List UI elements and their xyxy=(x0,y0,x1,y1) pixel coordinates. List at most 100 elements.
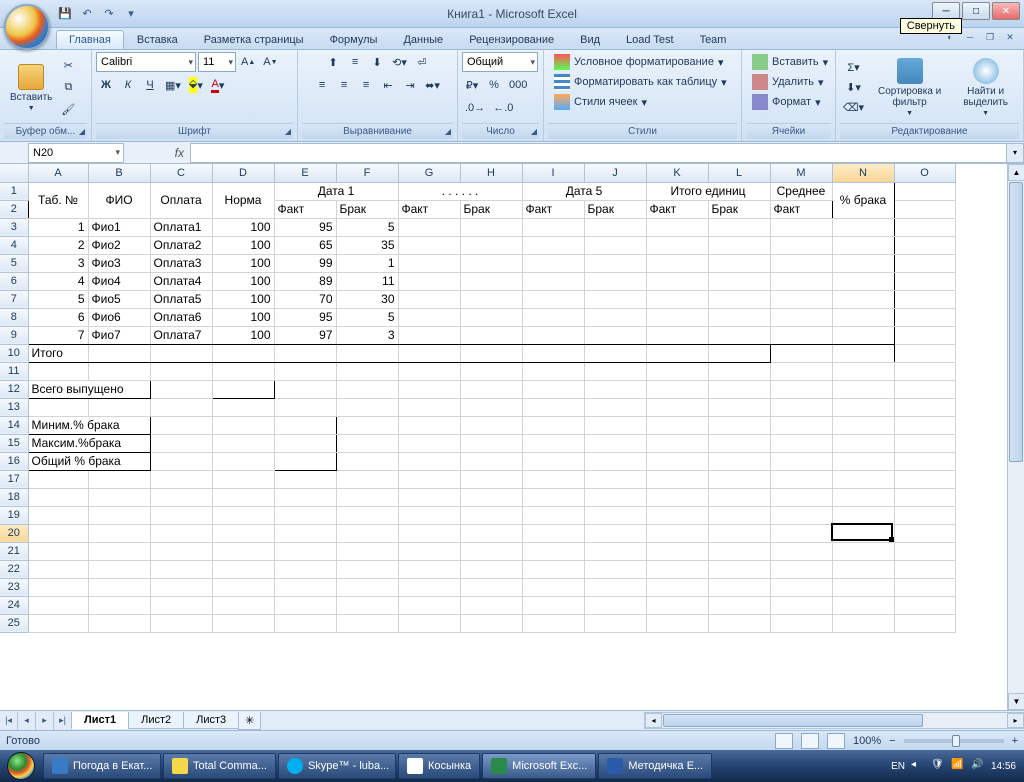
cell-K15[interactable] xyxy=(646,434,708,452)
row-header-13[interactable]: 13 xyxy=(0,398,28,416)
cell-B9[interactable]: Фио7 xyxy=(88,326,150,344)
cell-J8[interactable] xyxy=(584,308,646,326)
cell-M4[interactable] xyxy=(770,236,832,254)
cell-H19[interactable] xyxy=(460,506,522,524)
cell-I18[interactable] xyxy=(522,488,584,506)
cell-D20[interactable] xyxy=(212,524,274,542)
scroll-left-icon[interactable]: ◂ xyxy=(645,713,662,728)
indent-increase-icon[interactable]: ⇥ xyxy=(400,75,420,95)
cell-M5[interactable] xyxy=(770,254,832,272)
zoom-slider[interactable] xyxy=(904,739,1004,743)
cell-C4[interactable]: Оплата2 xyxy=(150,236,212,254)
cell-K9[interactable] xyxy=(646,326,708,344)
cell-H21[interactable] xyxy=(460,542,522,560)
cell-E1[interactable]: Дата 1 xyxy=(274,182,398,200)
normal-view-icon[interactable] xyxy=(775,733,793,749)
number-format-combo[interactable]: Общий xyxy=(462,52,538,72)
cell-M3[interactable] xyxy=(770,218,832,236)
cell-H23[interactable] xyxy=(460,578,522,596)
cell-E13[interactable] xyxy=(274,398,336,416)
cell-M13[interactable] xyxy=(770,398,832,416)
cell-F19[interactable] xyxy=(336,506,398,524)
cell-E3[interactable]: 95 xyxy=(274,218,336,236)
cell-O24[interactable] xyxy=(894,596,955,614)
cell-J20[interactable] xyxy=(584,524,646,542)
cell-B5[interactable]: Фио3 xyxy=(88,254,150,272)
cell-I16[interactable] xyxy=(522,452,584,470)
cell-B11[interactable] xyxy=(88,362,150,380)
cell-O13[interactable] xyxy=(894,398,955,416)
row-header-16[interactable]: 16 xyxy=(0,452,28,470)
cell-L13[interactable] xyxy=(708,398,770,416)
cell-K23[interactable] xyxy=(646,578,708,596)
mdi-close-button[interactable]: ✕ xyxy=(1002,30,1018,44)
cell-C13[interactable] xyxy=(150,398,212,416)
sheet-nav-next-icon[interactable]: ▸ xyxy=(36,712,54,730)
tab-data[interactable]: Данные xyxy=(390,30,456,49)
cell-F10[interactable] xyxy=(336,344,398,362)
cell-D24[interactable] xyxy=(212,596,274,614)
cell-C9[interactable]: Оплата7 xyxy=(150,326,212,344)
cell-O20[interactable] xyxy=(894,524,955,542)
cell-N11[interactable] xyxy=(832,362,894,380)
col-header-I[interactable]: I xyxy=(522,164,584,182)
orientation-icon[interactable]: ⟲▾ xyxy=(389,52,410,72)
align-center-icon[interactable]: ≡ xyxy=(334,75,354,95)
cell-H25[interactable] xyxy=(460,614,522,632)
cell-F13[interactable] xyxy=(336,398,398,416)
cell-G18[interactable] xyxy=(398,488,460,506)
cell-C14[interactable] xyxy=(150,416,212,434)
align-left-icon[interactable]: ≡ xyxy=(312,75,332,95)
row-header-3[interactable]: 3 xyxy=(0,218,28,236)
cell-G24[interactable] xyxy=(398,596,460,614)
cell-N17[interactable] xyxy=(832,470,894,488)
cell-N22[interactable] xyxy=(832,560,894,578)
cell-G22[interactable] xyxy=(398,560,460,578)
cell-I3[interactable] xyxy=(522,218,584,236)
col-header-L[interactable]: L xyxy=(708,164,770,182)
col-header-A[interactable]: A xyxy=(28,164,88,182)
cell-H5[interactable] xyxy=(460,254,522,272)
cell-B18[interactable] xyxy=(88,488,150,506)
cell-E11[interactable] xyxy=(274,362,336,380)
cell-H2[interactable]: Брак xyxy=(460,200,522,218)
horizontal-scrollbar[interactable]: ◂ ▸ xyxy=(644,712,1024,729)
cell-M10[interactable] xyxy=(770,344,832,362)
row-header-21[interactable]: 21 xyxy=(0,542,28,560)
cell-E18[interactable] xyxy=(274,488,336,506)
cell-C7[interactable]: Оплата5 xyxy=(150,290,212,308)
tab-formulas[interactable]: Формулы xyxy=(317,30,391,49)
cell-D10[interactable] xyxy=(212,344,274,362)
row-header-2[interactable]: 2 xyxy=(0,200,28,218)
cell-A18[interactable] xyxy=(28,488,88,506)
cell-D25[interactable] xyxy=(212,614,274,632)
format-cells-button[interactable]: Формат▾ xyxy=(746,92,827,112)
cell-A16[interactable]: Общий % брака xyxy=(28,452,150,470)
cell-L12[interactable] xyxy=(708,380,770,398)
cell-J10[interactable] xyxy=(584,344,646,362)
cell-J9[interactable] xyxy=(584,326,646,344)
cell-L21[interactable] xyxy=(708,542,770,560)
cell-H4[interactable] xyxy=(460,236,522,254)
row-header-22[interactable]: 22 xyxy=(0,560,28,578)
tab-pagelayout[interactable]: Разметка страницы xyxy=(191,30,317,49)
cell-I5[interactable] xyxy=(522,254,584,272)
cell-F11[interactable] xyxy=(336,362,398,380)
cell-M23[interactable] xyxy=(770,578,832,596)
cell-O16[interactable] xyxy=(894,452,955,470)
row-header-1[interactable]: 1 xyxy=(0,182,28,200)
cell-M21[interactable] xyxy=(770,542,832,560)
cell-O4[interactable] xyxy=(894,236,955,254)
row-header-4[interactable]: 4 xyxy=(0,236,28,254)
cell-K18[interactable] xyxy=(646,488,708,506)
cell-K17[interactable] xyxy=(646,470,708,488)
cell-J15[interactable] xyxy=(584,434,646,452)
cell-A11[interactable] xyxy=(28,362,88,380)
cell-O6[interactable] xyxy=(894,272,955,290)
cell-A13[interactable] xyxy=(28,398,88,416)
cell-A19[interactable] xyxy=(28,506,88,524)
cell-A20[interactable] xyxy=(28,524,88,542)
cell-M19[interactable] xyxy=(770,506,832,524)
cell-L5[interactable] xyxy=(708,254,770,272)
cell-L8[interactable] xyxy=(708,308,770,326)
